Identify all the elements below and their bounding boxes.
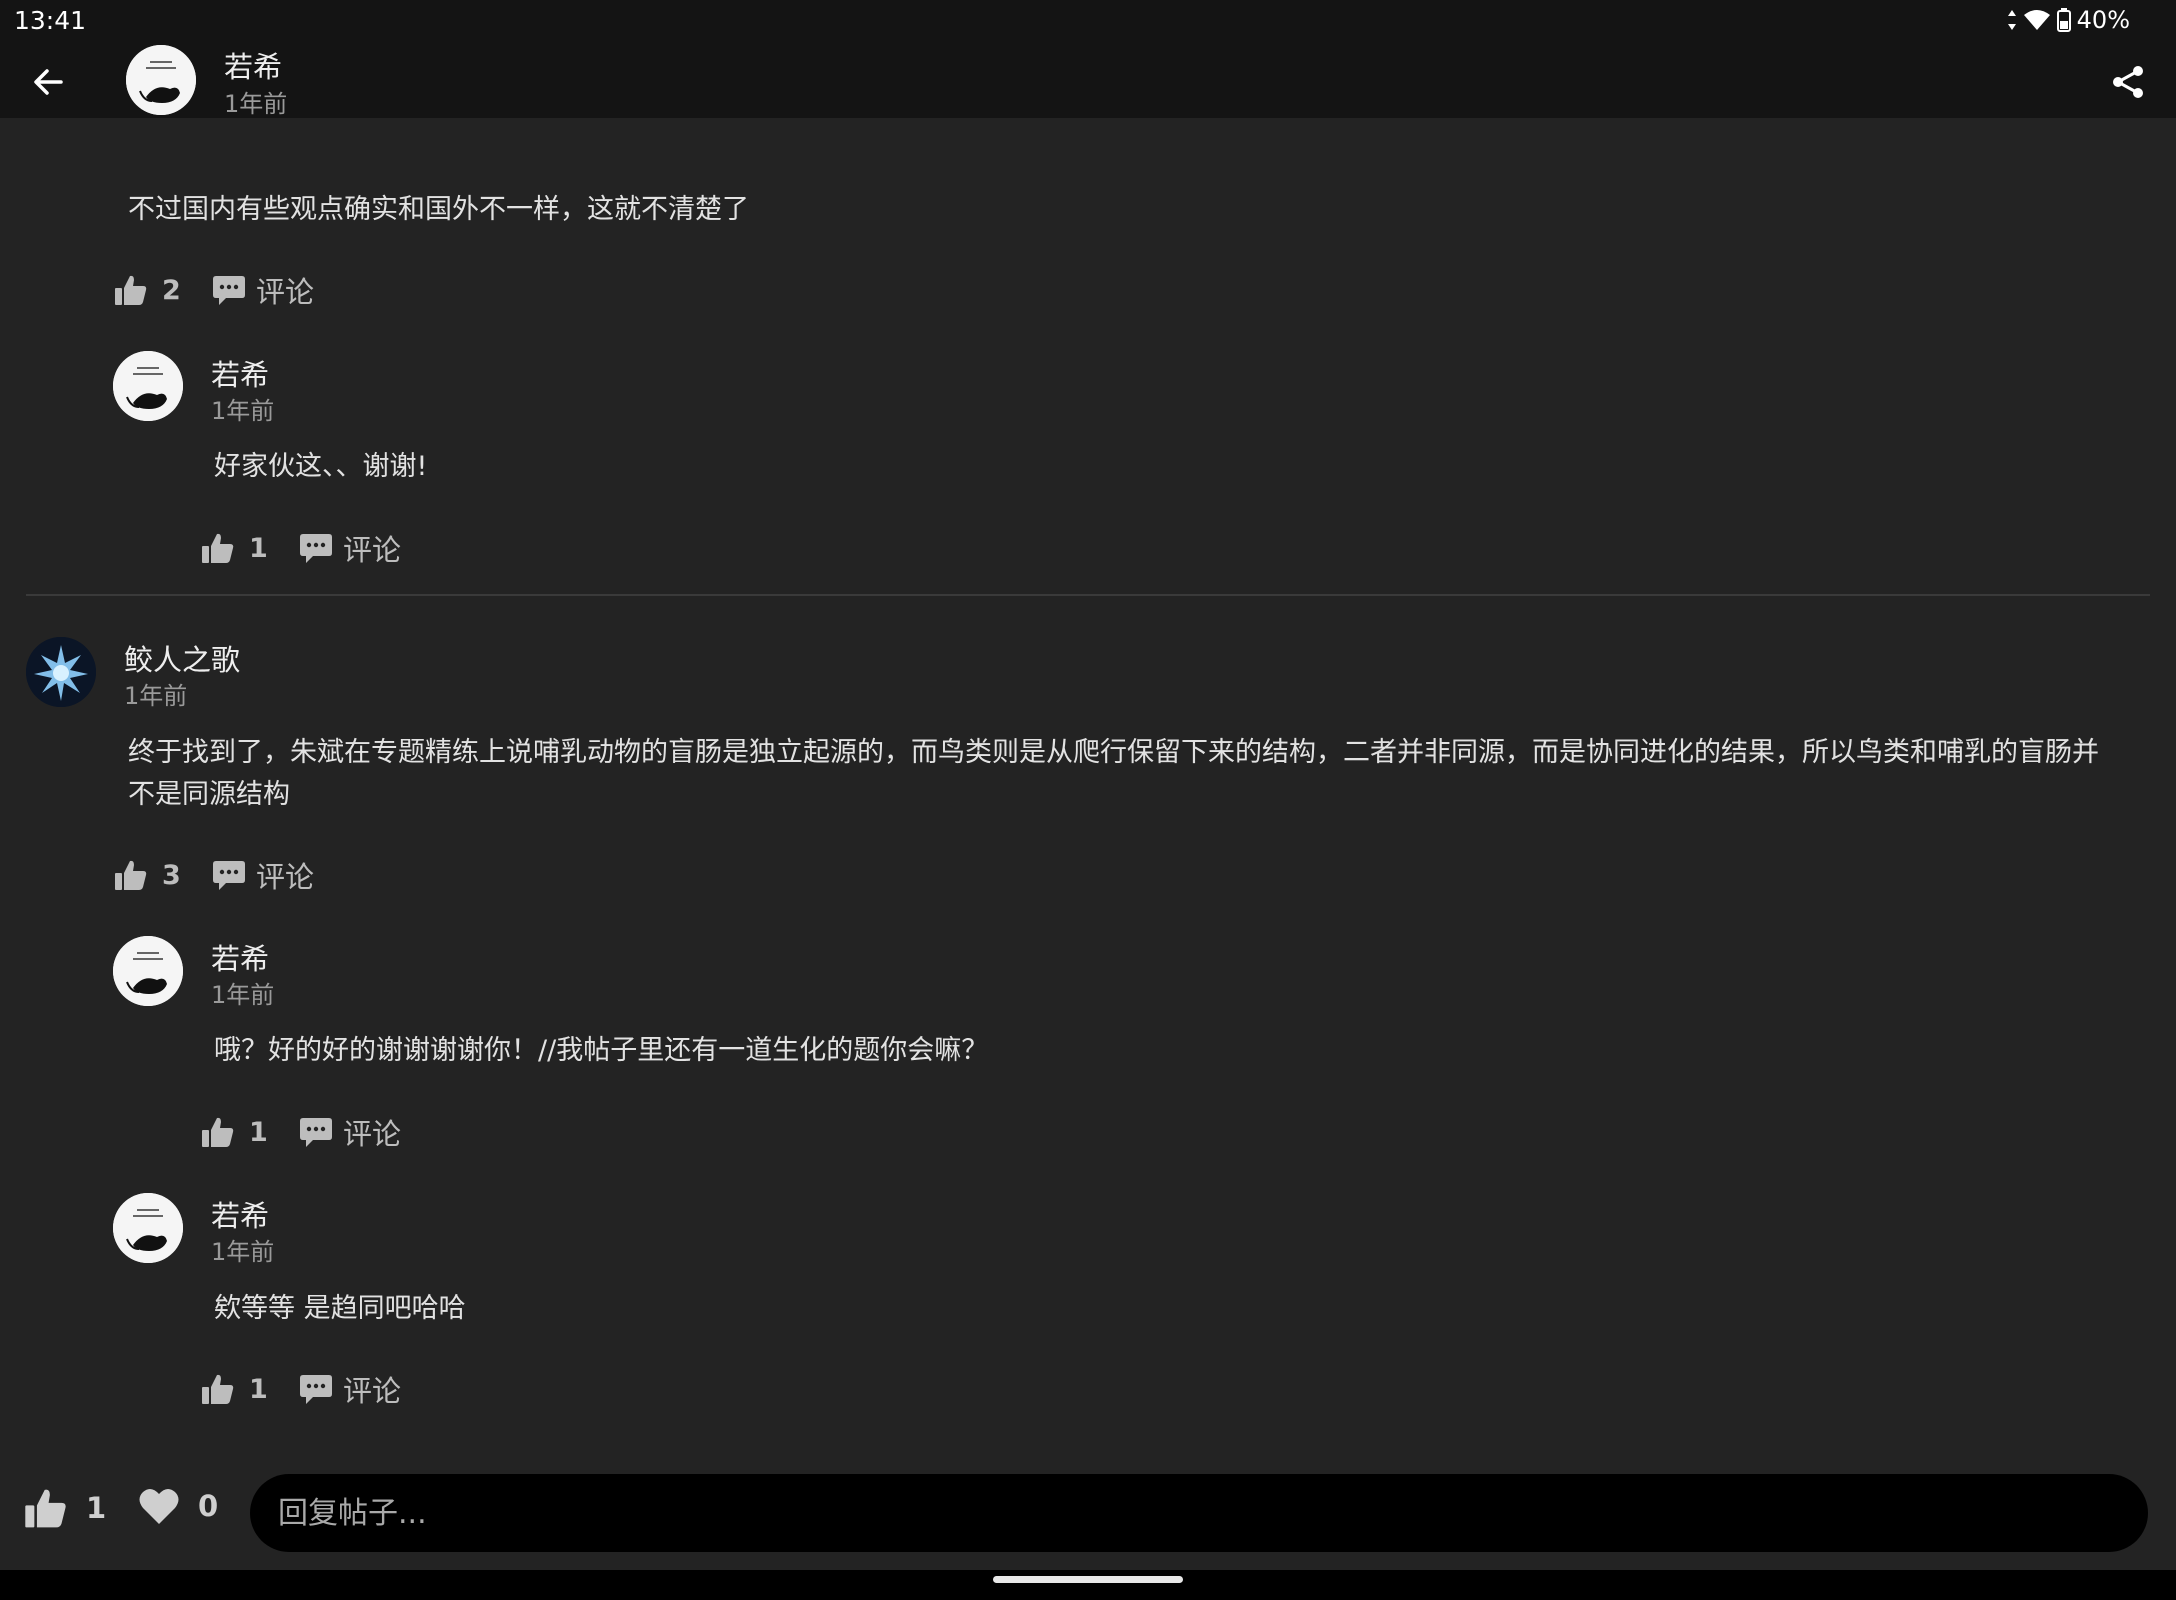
comment-actions: 3 评论 xyxy=(114,855,314,895)
comment-text: 不过国内有些观点确实和国外不一样，这就不清楚了 xyxy=(128,194,749,225)
thumbs-up-icon xyxy=(202,533,234,563)
like-button[interactable]: 1 xyxy=(201,1372,273,1406)
reply-input[interactable] xyxy=(250,1474,2148,1552)
thumbs-up-icon xyxy=(115,275,147,305)
comment-text: 终于找到了，朱斌在专题精练上说哺乳动物的盲肠是独立起源的，而鸟类则是从爬行保留下… xyxy=(128,737,2099,810)
comment-label: 评论 xyxy=(256,275,315,309)
comment-bubble-icon xyxy=(300,1375,332,1404)
thumbs-up-icon xyxy=(202,1117,234,1147)
comment-button[interactable]: 评论 xyxy=(299,1368,401,1410)
gesture-handle[interactable] xyxy=(993,1576,1183,1583)
comment-label: 评论 xyxy=(343,533,402,567)
post-time: 1年前 xyxy=(224,90,288,118)
like-count: 3 xyxy=(162,859,181,891)
comment-button[interactable]: 评论 xyxy=(212,854,314,896)
reply-text: 欸等等 是趋同吧哈哈 xyxy=(214,1293,466,1324)
like-button[interactable]: 3 xyxy=(114,858,186,892)
top-bar: 13:41 40% 若希 1年前 xyxy=(0,0,2176,118)
comment-button[interactable]: 评论 xyxy=(299,1111,401,1153)
like-count: 1 xyxy=(249,1373,268,1405)
comment-actions: 2 评论 xyxy=(114,270,314,310)
comment-bubble-icon xyxy=(300,534,332,563)
comment-time: 1年前 xyxy=(124,682,188,710)
data-arrows-icon xyxy=(2007,10,2016,30)
reply-time: 1年前 xyxy=(211,981,275,1009)
comment-label: 评论 xyxy=(256,860,315,894)
comment-label: 评论 xyxy=(343,1117,402,1151)
like-count: 1 xyxy=(249,1116,268,1148)
arrow-left-icon xyxy=(34,69,63,95)
post-favorite-count: 0 xyxy=(198,1489,219,1523)
battery-icon xyxy=(2056,8,2071,32)
comment-avatar[interactable] xyxy=(26,637,96,707)
reply-avatar[interactable] xyxy=(113,351,183,421)
battery-level: 40% xyxy=(2076,6,2130,34)
author-name: 若希 xyxy=(224,50,283,84)
reply-time: 1年前 xyxy=(211,1238,275,1266)
comment-bubble-icon xyxy=(300,1118,332,1147)
heart-icon xyxy=(139,1488,179,1524)
reply-text: 好家伙这、、谢谢! xyxy=(214,451,428,482)
comment-bubble-icon xyxy=(213,276,245,305)
reply-text: 哦？好的好的谢谢谢谢你！//我帖子里还有一道生化的题你会嘛？ xyxy=(214,1035,989,1066)
post-favorite-button[interactable]: 0 xyxy=(138,1486,218,1526)
reply-avatar[interactable] xyxy=(113,936,183,1006)
reply-time: 1年前 xyxy=(211,397,275,425)
thumbs-up-icon xyxy=(115,860,147,890)
status-icons: 40% xyxy=(2007,6,2130,34)
divider xyxy=(26,594,2150,596)
like-count: 2 xyxy=(162,274,181,306)
comment-button[interactable]: 评论 xyxy=(299,527,401,569)
like-button[interactable]: 1 xyxy=(201,1115,273,1149)
reply-actions: 1 评论 xyxy=(201,528,401,568)
like-button[interactable]: 1 xyxy=(201,531,273,565)
reply-avatar[interactable] xyxy=(113,1193,183,1263)
comment-label: 评论 xyxy=(343,1374,402,1408)
author-avatar[interactable] xyxy=(126,45,196,115)
back-button[interactable] xyxy=(26,60,70,104)
like-count: 1 xyxy=(249,532,268,564)
reply-actions: 1 评论 xyxy=(201,1369,401,1409)
post-detail-page: 13:41 40% 若希 1年前 不过国内有些观点确实和国外不一样，这就不清楚了… xyxy=(0,0,2176,1600)
wifi-icon xyxy=(2023,10,2050,30)
comment-author-name: 鲛人之歌 xyxy=(124,643,241,677)
status-time: 13:41 xyxy=(14,6,87,35)
comment-button[interactable]: 评论 xyxy=(212,269,314,311)
reply-actions: 1 评论 xyxy=(201,1112,401,1152)
reply-author-name: 若希 xyxy=(211,358,270,392)
share-button[interactable] xyxy=(2106,60,2150,104)
post-like-count: 1 xyxy=(86,1491,107,1525)
system-nav-bar xyxy=(0,1570,2176,1600)
like-button[interactable]: 2 xyxy=(114,273,186,307)
post-like-button[interactable]: 1 xyxy=(24,1486,106,1530)
thumbs-up-icon xyxy=(202,1374,234,1404)
share-icon xyxy=(2113,66,2143,98)
reply-author-name: 若希 xyxy=(211,942,270,976)
reply-author-name: 若希 xyxy=(211,1199,270,1233)
comment-bubble-icon xyxy=(213,861,245,890)
thumbs-up-icon xyxy=(25,1489,66,1528)
